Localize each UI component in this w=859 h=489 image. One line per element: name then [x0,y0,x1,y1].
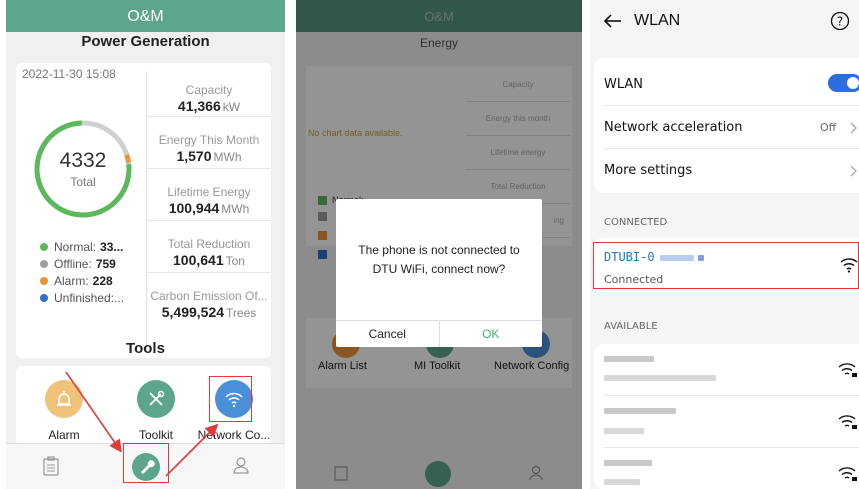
wlan-settings-screen: WLAN ? WLAN Network acceleration Off Mor… [590,0,859,489]
svg-text:?: ? [837,15,843,29]
back-arrow-icon[interactable] [604,14,622,28]
arrow-to-toolkit [65,371,122,453]
dialog-message: The phone is not connected to DTU WiFi, … [358,243,520,276]
wlan-header: WLAN ? [590,0,859,40]
wifi-locked-icon [838,363,857,377]
arrow-to-network-config [165,423,219,477]
available-networks-card [594,344,859,489]
wlan-toggle[interactable] [828,74,859,92]
dtu-connect-dialog-screen: O&M Energy No chart data available. Capa… [296,0,582,489]
help-icon[interactable]: ? [830,11,850,31]
dialog-footer: Cancel OK [336,320,542,347]
network-acceleration-label[interactable]: Network acceleration [604,120,743,135]
page-title: WLAN [634,12,681,29]
network-acceleration-value: Off [820,121,837,134]
wifi-locked-icon [838,467,857,481]
connected-header: CONNECTED [604,217,668,228]
wifi-locked-icon [838,415,857,429]
chevron-right-icon [850,122,857,134]
wlan-settings-card: WLAN Network acceleration Off More setti… [594,58,859,193]
connect-dialog: The phone is not connected to DTU WiFi, … [336,199,542,347]
more-settings-label[interactable]: More settings [604,163,692,178]
ok-button[interactable]: OK [440,321,543,347]
connected-network-highlight-box [593,242,859,289]
chevron-right-icon [850,165,857,177]
cancel-button[interactable]: Cancel [336,321,440,347]
available-header: AVAILABLE [604,321,658,332]
annotation-arrows [65,371,219,477]
wlan-label: WLAN [604,77,644,92]
